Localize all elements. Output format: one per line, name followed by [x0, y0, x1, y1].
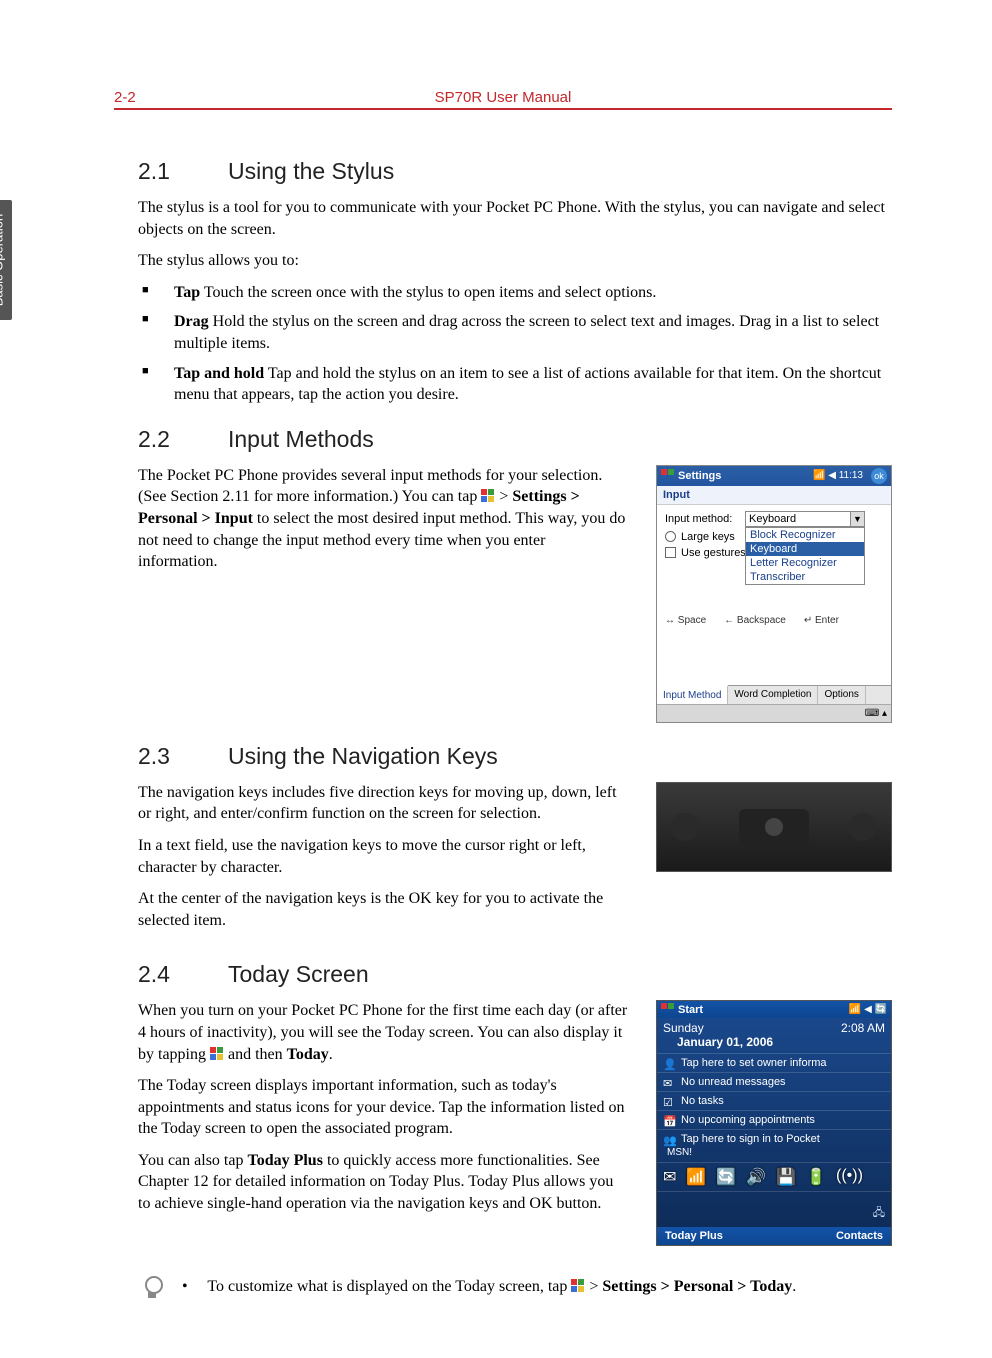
wifi-icon: ((•)): [836, 1167, 863, 1187]
dpad-icon: [739, 809, 809, 845]
s21-bullet-tap: Tap Touch the screen once with the stylu…: [138, 282, 892, 304]
today-status-tray: ✉ 📶 🔄 🔊 💾 🔋 ((•)): [657, 1162, 891, 1191]
right-softkey-icon: [849, 813, 877, 841]
s23-p2: In a text field, use the navigation keys…: [138, 835, 628, 878]
s23-p1: The navigation keys includes five direct…: [138, 782, 628, 825]
today-item-msn-sub: MSN!: [657, 1147, 891, 1162]
softkey-right: Contacts: [836, 1230, 883, 1242]
sms-icon: ✉: [663, 1167, 676, 1187]
screenshot-subtitle: Input: [657, 486, 891, 505]
navigation-keys-photo: [656, 782, 892, 872]
section-2-4-heading: 2.4Today Screen: [138, 961, 892, 988]
radio-icon: [665, 531, 676, 542]
today-item-tasks: ☑ No tasks: [657, 1091, 891, 1110]
signal-icon: 📶: [686, 1167, 706, 1187]
input-method-dropdown: Block Recognizer Keyboard Letter Recogni…: [745, 527, 865, 585]
today-item-appts: 📅 No upcoming appointments: [657, 1110, 891, 1129]
start-flag-icon: [210, 1047, 224, 1061]
page-number: 2-2: [114, 89, 136, 106]
s21-bullet-drag: Drag Hold the stylus on the screen and d…: [138, 311, 892, 354]
sound-icon: 🔊: [746, 1167, 766, 1187]
today-date: January 01, 2006: [657, 1035, 891, 1053]
today-screen-screenshot: Start 📶 ◀ 🔄 Sunday 2:08 AM January 01, 2…: [656, 1000, 892, 1246]
s24-p2: The Today screen displays important info…: [138, 1075, 628, 1140]
tip-row: • To customize what is displayed on the …: [138, 1274, 892, 1302]
input-method-combo: Keyboard▼: [745, 511, 865, 527]
page-header: 2-2 SP70R User Manual: [114, 86, 892, 110]
s21-lead: The stylus allows you to:: [138, 250, 892, 272]
tasks-icon: ☑: [663, 1096, 675, 1108]
s21-bullet-list: Tap Touch the screen once with the stylu…: [138, 282, 892, 406]
s21-bullet-taphold: Tap and hold Tap and hold the stylus on …: [138, 363, 892, 406]
left-softkey-icon: [671, 813, 699, 841]
start-flag-icon: [571, 1279, 585, 1293]
screenshot-titlebar: Settings 📶 ◀ 11:13 ok: [657, 466, 891, 486]
today-clock: 2:08 AM: [841, 1021, 885, 1035]
section-2-2-heading: 2.2Input Methods: [138, 426, 892, 453]
softkey-left: Today Plus: [665, 1230, 723, 1242]
input-settings-screenshot: Settings 📶 ◀ 11:13 ok Input Input method…: [656, 465, 892, 723]
mail-icon: ✉: [663, 1077, 675, 1089]
sync-icon: 🔄: [716, 1167, 736, 1187]
owner-icon: 👤: [663, 1058, 675, 1070]
ok-icon: ok: [871, 468, 887, 484]
s21-intro: The stylus is a tool for you to communic…: [138, 197, 892, 240]
screenshot-titlebar: Start 📶 ◀ 🔄: [657, 1001, 891, 1018]
tab-word-completion: Word Completion: [728, 686, 818, 704]
section-2-3-heading: 2.3Using the Navigation Keys: [138, 743, 892, 770]
msn-icon: 👥: [663, 1134, 675, 1146]
doc-title: SP70R User Manual: [435, 89, 572, 106]
checkbox-icon: [665, 547, 676, 558]
tab-input-method: Input Method: [657, 685, 728, 704]
s24-p1: When you turn on your Pocket PC Phone fo…: [138, 1000, 628, 1065]
calendar-icon: 📅: [663, 1115, 675, 1127]
today-day: Sunday: [663, 1021, 704, 1035]
s24-p3: You can also tap Today Plus to quickly a…: [138, 1150, 628, 1215]
s22-paragraph: The Pocket PC Phone provides several inp…: [138, 465, 628, 573]
start-flag-icon: [661, 469, 674, 482]
card-icon: 💾: [776, 1167, 796, 1187]
bt-corner-icon: 🖧: [873, 1204, 885, 1223]
tab-options: Options: [818, 686, 865, 704]
use-gestures-label: Use gestures: [681, 547, 746, 559]
chapter-side-tab: Basic Operation: [0, 200, 12, 320]
input-method-label: Input method:: [665, 513, 745, 525]
lightbulb-icon: [138, 1274, 166, 1302]
today-item-owner: 👤 Tap here to set owner informa: [657, 1053, 891, 1072]
section-2-1-heading: 2.1Using the Stylus: [138, 158, 892, 185]
chapter-side-tab-label: Basic Operation: [0, 214, 6, 307]
screenshot-tabs: Input Method Word Completion Options: [657, 685, 891, 704]
today-softkeys: Today Plus Contacts: [657, 1227, 891, 1245]
start-flag-icon: [661, 1003, 674, 1016]
large-keys-label: Large keys: [681, 531, 735, 543]
today-item-msn: 👥 Tap here to sign in to Pocket: [657, 1129, 891, 1147]
sip-bar: ⌨ ▴: [657, 704, 891, 722]
start-flag-icon: [481, 489, 495, 503]
battery-icon: 🔋: [806, 1167, 826, 1187]
gesture-keys-row: ↔ Space ← Backspace ↵ Enter: [665, 615, 883, 626]
today-item-messages: ✉ No unread messages: [657, 1072, 891, 1091]
s23-p3: At the center of the navigation keys is …: [138, 888, 628, 931]
